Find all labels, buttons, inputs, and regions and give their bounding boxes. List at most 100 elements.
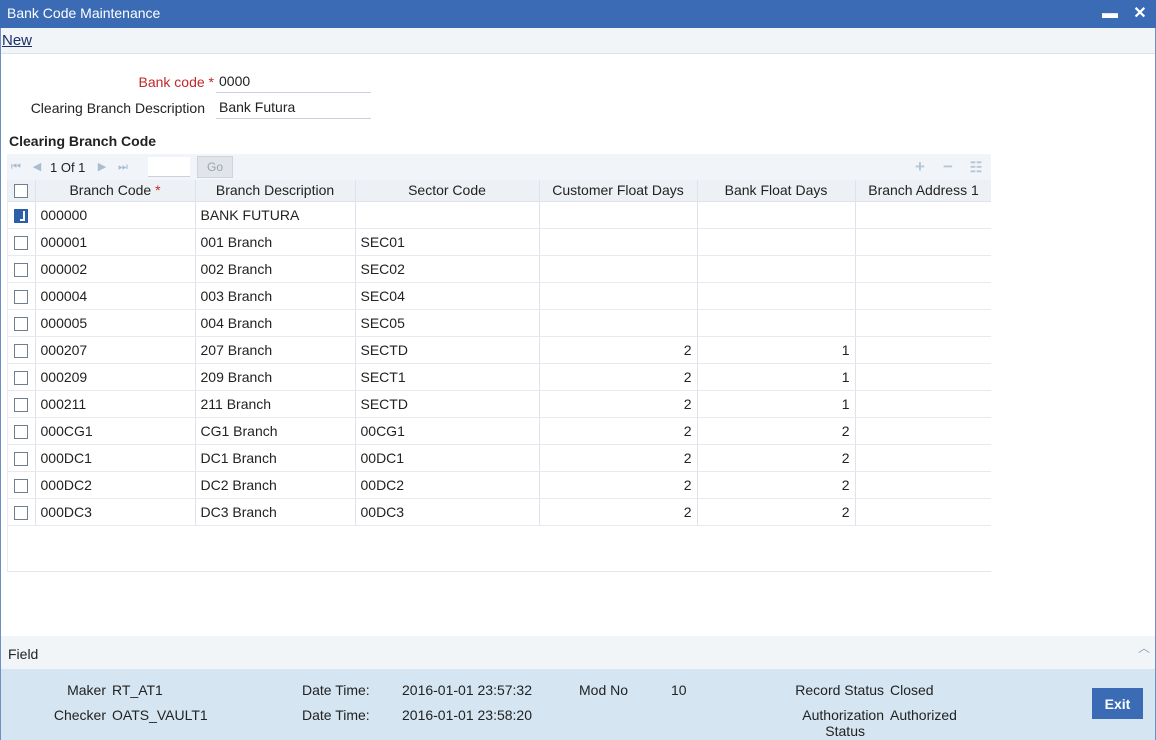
row-checkbox[interactable]	[14, 343, 29, 358]
cell-bank-float-days[interactable]: 2	[697, 498, 856, 526]
header-bank-float-days[interactable]: Bank Float Days	[697, 180, 856, 202]
fields-label[interactable]: Field	[8, 646, 38, 662]
cell-branch-address-1[interactable]	[855, 309, 991, 337]
cell-bank-float-days[interactable]	[697, 201, 856, 229]
cell-branch-address-1[interactable]	[855, 390, 991, 418]
minimize-icon[interactable]: ▬	[1100, 4, 1120, 24]
cell-sector-code[interactable]: 00DC3	[355, 498, 540, 526]
cell-branch-description[interactable]: DC2 Branch	[195, 471, 356, 499]
cell-sector-code[interactable]: SECTD	[355, 390, 540, 418]
table-row[interactable]: 000000 BANK FUTURA	[8, 201, 991, 229]
cell-branch-address-1[interactable]	[855, 363, 991, 391]
prev-page-icon[interactable]: ◀	[31, 161, 43, 173]
row-checkbox[interactable]	[14, 235, 29, 250]
cell-customer-float-days[interactable]	[539, 228, 698, 256]
cell-sector-code[interactable]: SEC01	[355, 228, 540, 256]
cell-branch-description[interactable]: DC1 Branch	[195, 444, 356, 472]
cell-bank-float-days[interactable]	[697, 255, 856, 283]
cell-branch-code[interactable]: 000209	[35, 363, 196, 391]
cell-branch-code[interactable]: 000001	[35, 228, 196, 256]
cell-branch-description[interactable]: 207 Branch	[195, 336, 356, 364]
cell-bank-float-days[interactable]	[697, 309, 856, 337]
cell-bank-float-days[interactable]: 2	[697, 471, 856, 499]
new-link[interactable]: New	[2, 32, 32, 49]
header-branch-code[interactable]: Branch Code *	[35, 180, 196, 202]
cell-customer-float-days[interactable]: 2	[539, 390, 698, 418]
cell-branch-description[interactable]: 003 Branch	[195, 282, 356, 310]
cell-branch-code[interactable]: 000207	[35, 336, 196, 364]
cell-branch-address-1[interactable]	[855, 255, 991, 283]
row-checkbox[interactable]	[14, 208, 29, 223]
row-checkbox[interactable]	[14, 505, 29, 520]
cell-branch-address-1[interactable]	[855, 282, 991, 310]
table-row[interactable]: 000DC2 DC2 Branch 00DC2 2 2	[8, 471, 991, 499]
cell-customer-float-days[interactable]	[539, 201, 698, 229]
row-checkbox[interactable]	[14, 262, 29, 277]
row-checkbox[interactable]	[14, 397, 29, 412]
cell-sector-code[interactable]: SEC05	[355, 309, 540, 337]
cell-sector-code[interactable]: 00DC2	[355, 471, 540, 499]
table-row[interactable]: 000DC3 DC3 Branch 00DC3 2 2	[8, 498, 991, 526]
cell-branch-code[interactable]: 000DC1	[35, 444, 196, 472]
cell-branch-address-1[interactable]	[855, 417, 991, 445]
header-sector-code[interactable]: Sector Code	[355, 180, 540, 202]
cell-sector-code[interactable]: SEC04	[355, 282, 540, 310]
first-page-icon[interactable]: ⏮	[10, 161, 22, 173]
cell-bank-float-days[interactable]	[697, 282, 856, 310]
delete-row-icon[interactable]: −	[940, 158, 956, 176]
cell-branch-address-1[interactable]	[855, 471, 991, 499]
cell-branch-description[interactable]: 002 Branch	[195, 255, 356, 283]
cell-bank-float-days[interactable]: 1	[697, 390, 856, 418]
cell-customer-float-days[interactable]	[539, 309, 698, 337]
cell-branch-code[interactable]: 000005	[35, 309, 196, 337]
cell-sector-code[interactable]	[355, 201, 540, 229]
table-row[interactable]: 000002 002 Branch SEC02	[8, 255, 991, 283]
cell-sector-code[interactable]: SEC02	[355, 255, 540, 283]
cell-branch-address-1[interactable]	[855, 444, 991, 472]
table-row[interactable]: 000005 004 Branch SEC05	[8, 309, 991, 337]
last-page-icon[interactable]: ⏭	[117, 161, 129, 173]
cell-branch-code[interactable]: 000211	[35, 390, 196, 418]
goto-page-input[interactable]	[148, 157, 190, 177]
cell-branch-code[interactable]: 000DC3	[35, 498, 196, 526]
single-view-icon[interactable]: ☷	[968, 158, 984, 176]
cell-customer-float-days[interactable]: 2	[539, 417, 698, 445]
table-row[interactable]: 000211 211 Branch SECTD 2 1	[8, 390, 991, 418]
table-row[interactable]: 000209 209 Branch SECT1 2 1	[8, 363, 991, 391]
table-row[interactable]: 000CG1 CG1 Branch 00CG1 2 2	[8, 417, 991, 445]
cell-customer-float-days[interactable]: 2	[539, 336, 698, 364]
cell-bank-float-days[interactable]	[697, 228, 856, 256]
row-checkbox[interactable]	[14, 424, 29, 439]
table-row[interactable]: 000001 001 Branch SEC01	[8, 228, 991, 256]
cell-customer-float-days[interactable]: 2	[539, 471, 698, 499]
clearing-desc-input[interactable]	[216, 95, 371, 119]
select-all-checkbox[interactable]	[14, 184, 29, 199]
row-checkbox[interactable]	[14, 289, 29, 304]
cell-branch-address-1[interactable]	[855, 228, 991, 256]
cell-branch-code[interactable]: 000004	[35, 282, 196, 310]
cell-sector-code[interactable]: SECTD	[355, 336, 540, 364]
cell-branch-description[interactable]: 001 Branch	[195, 228, 356, 256]
cell-bank-float-days[interactable]: 2	[697, 444, 856, 472]
cell-customer-float-days[interactable]: 2	[539, 444, 698, 472]
close-icon[interactable]: ✕	[1130, 4, 1150, 24]
table-row[interactable]: 000004 003 Branch SEC04	[8, 282, 991, 310]
row-checkbox[interactable]	[14, 451, 29, 466]
cell-branch-description[interactable]: 209 Branch	[195, 363, 356, 391]
cell-branch-code[interactable]: 000000	[35, 201, 196, 229]
cell-branch-description[interactable]: BANK FUTURA	[195, 201, 356, 229]
bank-code-input[interactable]	[216, 69, 371, 93]
row-checkbox[interactable]	[14, 478, 29, 493]
chevron-up-icon[interactable]: ︿	[1138, 639, 1150, 656]
cell-branch-address-1[interactable]	[855, 336, 991, 364]
cell-customer-float-days[interactable]	[539, 282, 698, 310]
table-row[interactable]: 000207 207 Branch SECTD 2 1	[8, 336, 991, 364]
cell-branch-description[interactable]: DC3 Branch	[195, 498, 356, 526]
cell-branch-code[interactable]: 000CG1	[35, 417, 196, 445]
exit-button[interactable]: Exit	[1092, 688, 1143, 719]
header-branch-address-1[interactable]: Branch Address 1	[855, 180, 991, 202]
cell-customer-float-days[interactable]: 2	[539, 498, 698, 526]
cell-sector-code[interactable]: 00CG1	[355, 417, 540, 445]
add-row-icon[interactable]: +	[912, 158, 928, 176]
cell-bank-float-days[interactable]: 1	[697, 336, 856, 364]
